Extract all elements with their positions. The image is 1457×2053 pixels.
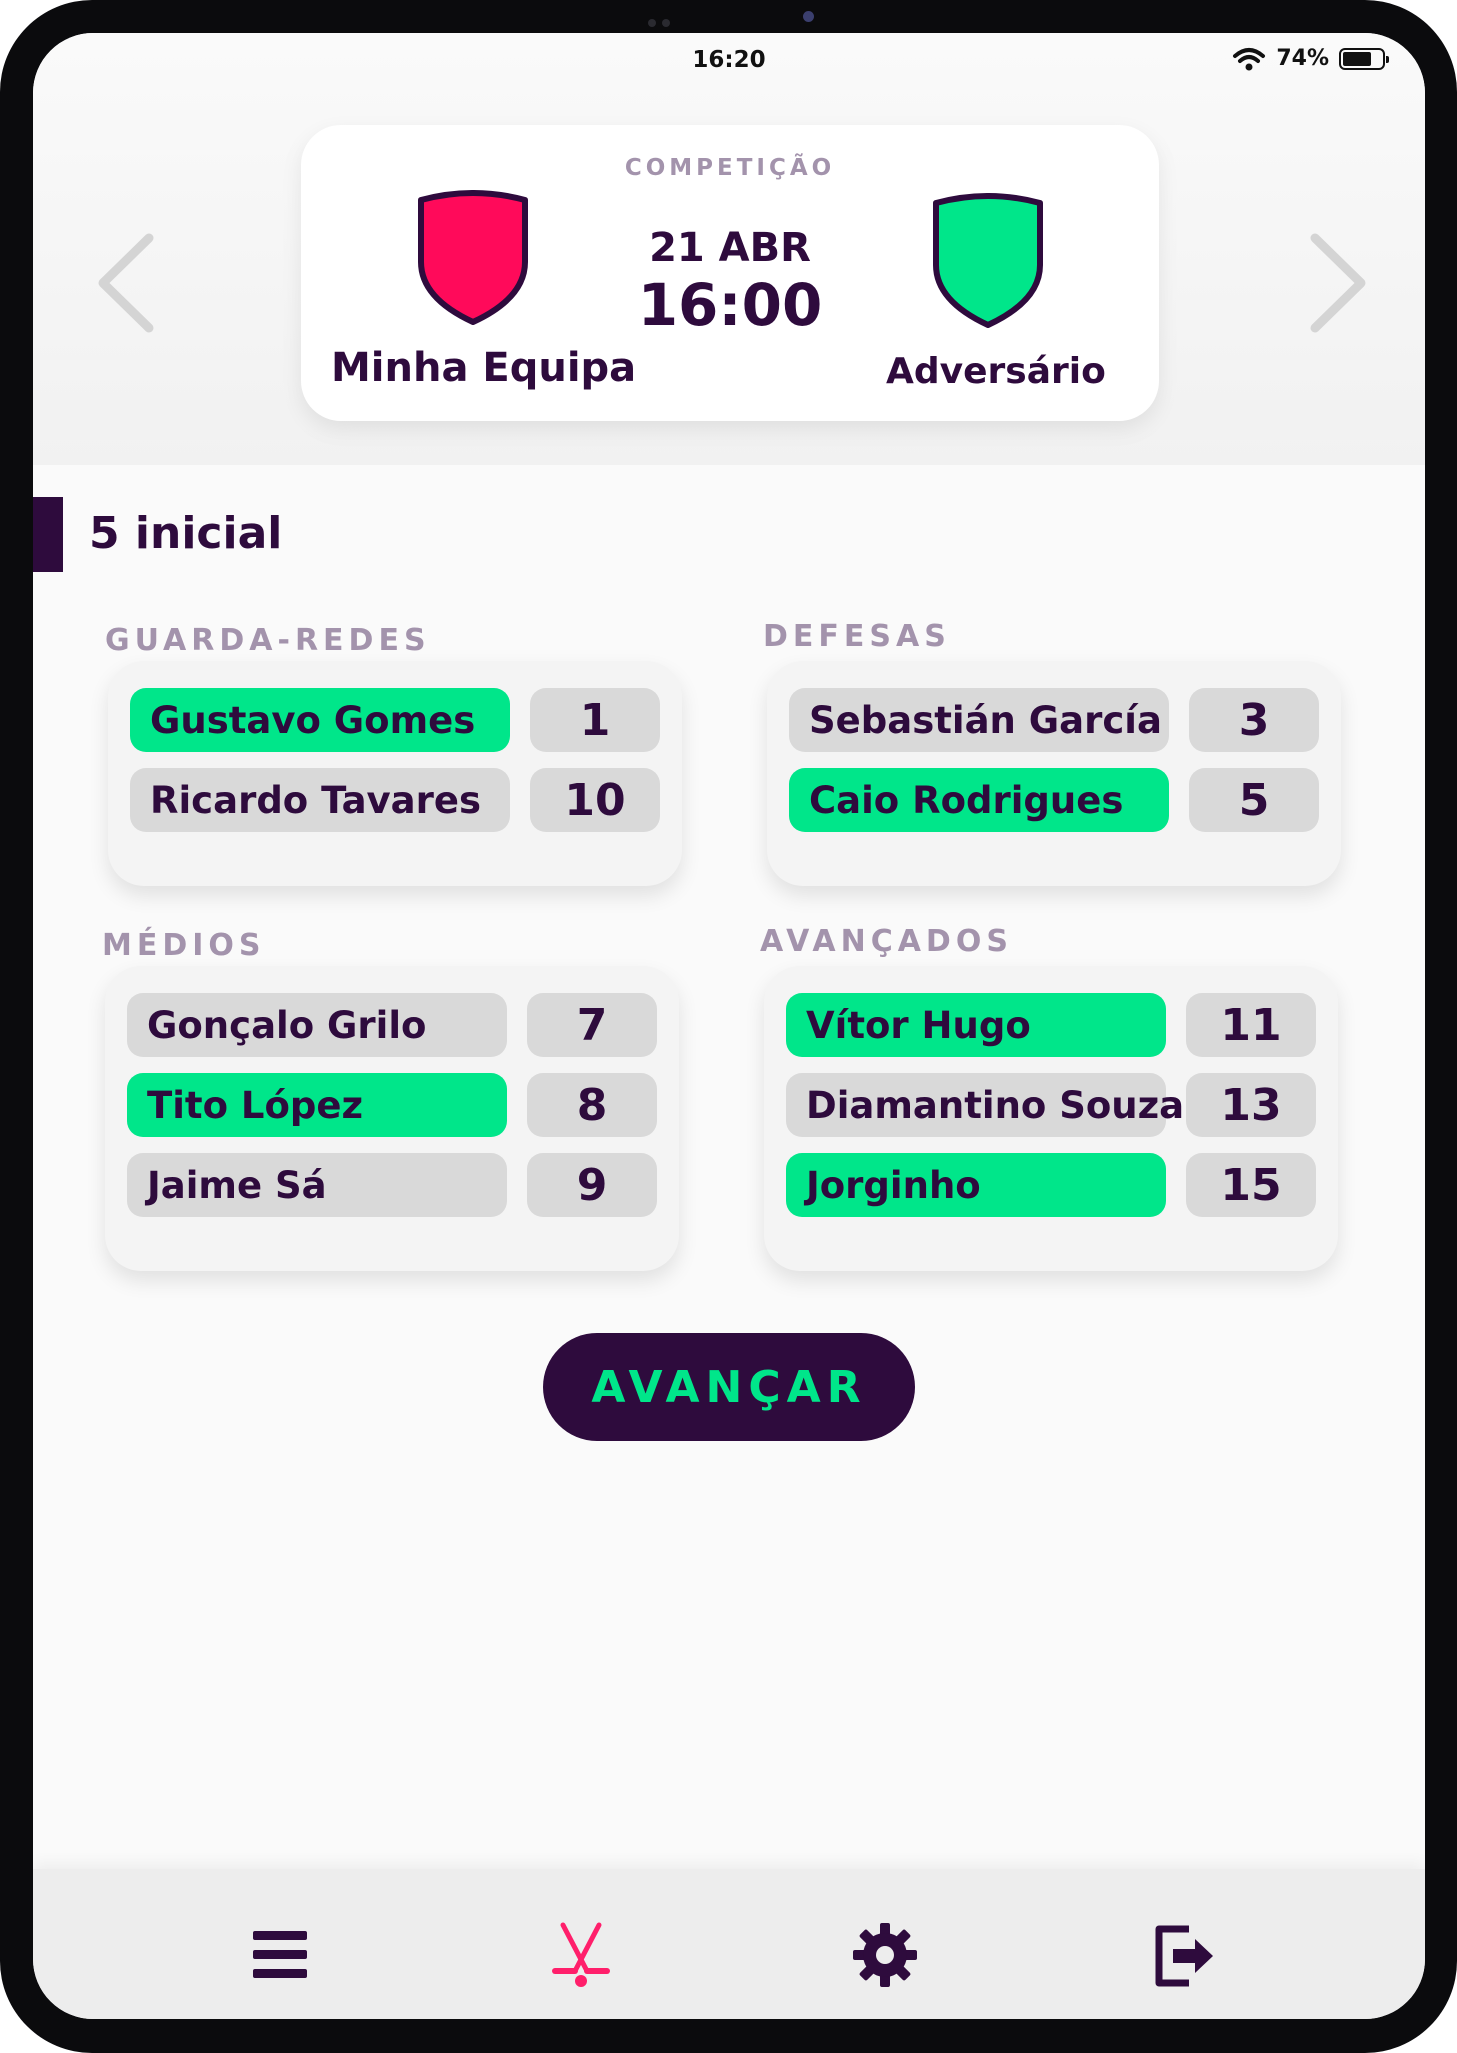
tab-bar: [33, 1869, 1425, 2019]
player-number[interactable]: 15: [1186, 1153, 1316, 1217]
forwards-card: Vítor Hugo 11 Diamantino Souza 13 Jorgin…: [764, 966, 1338, 1271]
advance-button[interactable]: AVANÇAR: [543, 1333, 915, 1441]
section-title: 5 inicial: [89, 508, 283, 559]
player-name[interactable]: Gonçalo Grilo: [127, 993, 507, 1057]
goalkeepers-card: Gustavo Gomes 1 Ricardo Tavares 10: [108, 661, 682, 886]
screen: 16:20 74% COMPETIÇÃO 21 ABR 16:00 Minha …: [33, 33, 1425, 2019]
player-name[interactable]: Vítor Hugo: [786, 993, 1166, 1057]
match-card: COMPETIÇÃO 21 ABR 16:00 Minha Equipa Adv…: [301, 125, 1159, 421]
status-indicators: 74%: [1232, 46, 1389, 71]
status-time: 16:20: [692, 47, 766, 73]
logout-icon[interactable]: [1149, 1919, 1221, 1991]
player-number[interactable]: 1: [530, 688, 660, 752]
next-match-arrow-icon[interactable]: [1293, 218, 1373, 348]
player-number[interactable]: 10: [530, 768, 660, 832]
player-name[interactable]: Jaime Sá: [127, 1153, 507, 1217]
battery-percentage: 74%: [1276, 46, 1329, 71]
battery-icon: [1339, 47, 1389, 70]
midfielders-label: MÉDIOS: [102, 928, 266, 963]
gear-icon[interactable]: [849, 1919, 921, 1991]
goalkeepers-label: GUARDA-REDES: [105, 623, 431, 658]
menu-icon[interactable]: [243, 1919, 315, 1991]
player-name[interactable]: Diamantino Souza: [786, 1073, 1184, 1137]
wifi-icon: [1233, 47, 1266, 70]
player-number[interactable]: 9: [527, 1153, 657, 1217]
player-number[interactable]: 7: [527, 993, 657, 1057]
midfielders-card: Gonçalo Grilo 7 Tito López 8 Jaime Sá 9: [105, 966, 679, 1271]
player-name[interactable]: Tito López: [127, 1073, 507, 1137]
sensor-dots: [648, 12, 682, 27]
section-marker: [33, 497, 63, 572]
player-name[interactable]: Jorginho: [786, 1153, 1166, 1217]
tablet-frame: 16:20 74% COMPETIÇÃO 21 ABR 16:00 Minha …: [0, 0, 1457, 2053]
player-number[interactable]: 3: [1189, 688, 1319, 752]
defenders-label: DEFESAS: [763, 619, 951, 654]
player-name[interactable]: Caio Rodrigues: [789, 768, 1169, 832]
hockey-sticks-icon[interactable]: [545, 1919, 617, 1991]
home-team-name: Minha Equipa: [331, 345, 637, 391]
player-name[interactable]: Gustavo Gomes: [130, 688, 510, 752]
away-team-shield-icon: [933, 193, 1043, 328]
player-number[interactable]: 11: [1186, 993, 1316, 1057]
player-number[interactable]: 5: [1189, 768, 1319, 832]
player-name[interactable]: Ricardo Tavares: [130, 768, 510, 832]
competition-label: COMPETIÇÃO: [624, 155, 836, 181]
previous-match-arrow-icon[interactable]: [91, 218, 171, 348]
front-camera: [803, 11, 814, 22]
forwards-label: AVANÇADOS: [760, 924, 1013, 959]
defenders-card: Sebastián García 3 Caio Rodrigues 5: [767, 661, 1341, 886]
player-name[interactable]: Sebastián García: [789, 688, 1169, 752]
player-number[interactable]: 8: [527, 1073, 657, 1137]
away-team-name: Adversário: [886, 351, 1106, 392]
player-number[interactable]: 13: [1186, 1073, 1316, 1137]
